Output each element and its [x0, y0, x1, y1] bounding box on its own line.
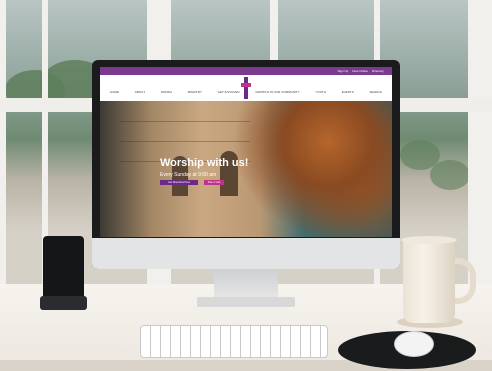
window-frame [468, 0, 492, 290]
hero-title: Worship with us! [160, 157, 249, 169]
topbar-link[interactable]: Directory [372, 68, 384, 74]
monitor-stand-foot [197, 297, 295, 307]
topbar-link[interactable]: Give Online [352, 68, 368, 74]
nav-item-get-involved[interactable]: GET INVOLVED [218, 90, 240, 94]
topbar-link[interactable]: Sign Up [338, 68, 349, 74]
mug-rim [401, 236, 457, 244]
phone-dock [40, 296, 87, 310]
cross-logo-icon[interactable] [241, 77, 251, 99]
nav-item-about[interactable]: ABOUT [135, 90, 145, 94]
hero-banner [100, 101, 392, 237]
monitor-screen: Sign Up Give Online Directory HOME ABOUT… [100, 67, 392, 237]
nav-item-youth[interactable]: YOUTH [315, 90, 326, 94]
mouse [394, 331, 434, 357]
keyboard [140, 325, 328, 358]
website-topbar: Sign Up Give Online Directory [100, 67, 392, 75]
plan-visit-button[interactable]: Plan a Visit [204, 180, 224, 185]
tree-foliage [430, 160, 470, 190]
nav-item-events[interactable]: EVENTS [342, 90, 354, 94]
nav-item-ministry[interactable]: MINISTRY [188, 90, 202, 94]
nav-item-community[interactable]: GROWTH IN OUR COMMUNITY [255, 90, 299, 94]
coffee-mug [403, 240, 455, 323]
photo-scene: Sign Up Give Online Directory HOME ABOUT… [0, 0, 492, 371]
window-frame [0, 0, 6, 290]
apple-logo-icon [237, 247, 251, 261]
monitor-stand [214, 269, 278, 299]
hero-subtitle: Every Sunday at 9:00 am [160, 172, 217, 178]
smartphone [43, 236, 84, 300]
nav-item-parish[interactable]: PARISH [161, 90, 172, 94]
nav-item-search[interactable]: SEARCH [369, 90, 382, 94]
website-navbar: HOME ABOUT PARISH MINISTRY GET INVOLVED … [100, 75, 392, 101]
nav-item-home[interactable]: HOME [110, 90, 119, 94]
directions-button[interactable]: Get Directions Here [160, 180, 198, 185]
